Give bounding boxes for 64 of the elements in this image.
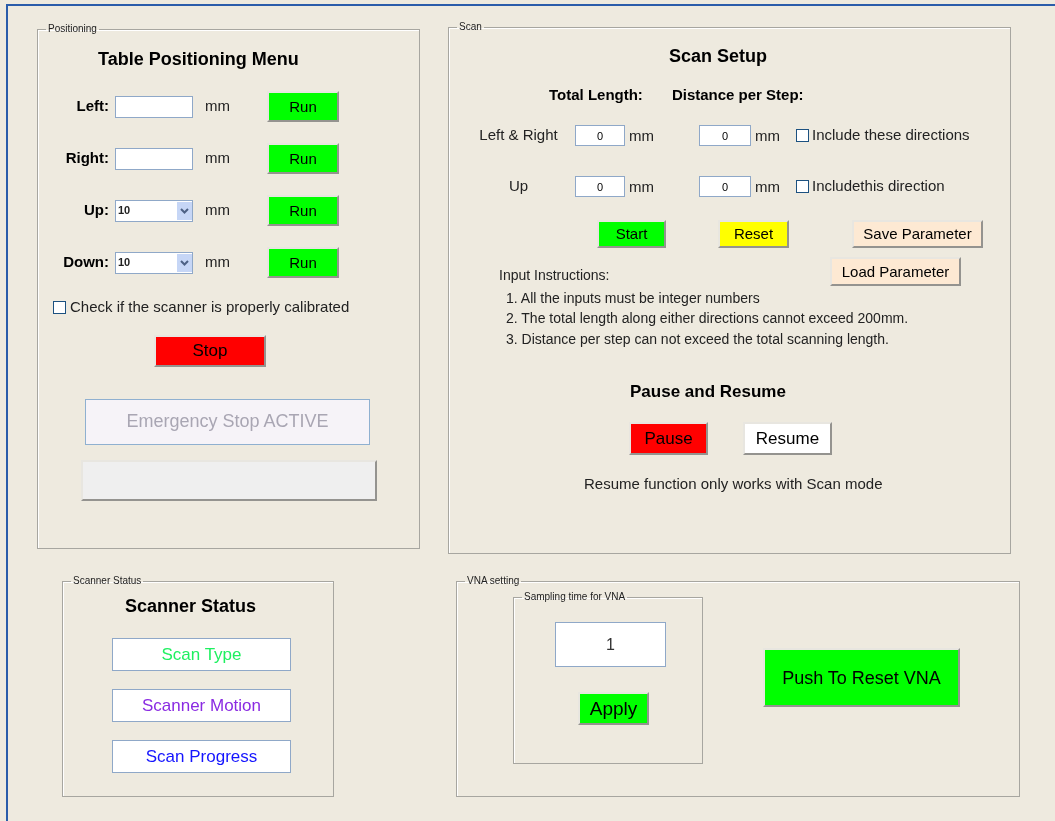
unit-label: mm — [754, 126, 780, 144]
input-field[interactable]: 0 — [575, 125, 625, 146]
dropdown[interactable]: 10 — [115, 199, 193, 222]
unit-label: mm — [204, 148, 231, 169]
unit-label: mm — [204, 96, 231, 117]
row-label: Left & Right — [478, 125, 559, 146]
action-button[interactable]: Start — [597, 219, 666, 248]
action-button[interactable]: Pause — [629, 421, 708, 455]
caret-icon[interactable] — [177, 201, 192, 220]
panel-label: Positioning — [47, 24, 98, 34]
run-button[interactable]: Run — [267, 91, 339, 122]
note-text: Resume function only works with Scan mode — [584, 473, 883, 494]
unit-label: mm — [754, 177, 780, 195]
section-heading: Pause and Resume — [630, 381, 786, 403]
panel-label: VNA setting — [466, 576, 521, 586]
run-button[interactable]: Run — [267, 143, 339, 174]
input-field[interactable] — [115, 147, 193, 170]
instruction-text: 2. The total length along either directions cannot exceed 200mm. — [506, 309, 910, 328]
panel-heading: Scan Setup — [669, 45, 768, 68]
run-button[interactable]: Run — [267, 247, 339, 278]
instructions-heading: Input Instructions: — [499, 265, 610, 285]
run-button[interactable]: Run — [267, 195, 339, 226]
input-field[interactable]: 0 — [699, 125, 751, 146]
action-button[interactable]: Reset — [718, 219, 789, 248]
field-label: Down: — [62, 252, 109, 273]
unit-label: mm — [628, 126, 654, 144]
checkbox-label: Check if the scanner is properly calibrated — [70, 297, 350, 317]
action-button[interactable]: Resume — [743, 421, 832, 455]
load-parameter-button[interactable]: Load Parameter — [830, 256, 961, 286]
status-indicator: Scan Progress — [112, 740, 291, 773]
panel-heading: Scanner Status — [125, 595, 257, 618]
input-field[interactable]: 0 — [699, 176, 751, 197]
stop-button[interactable]: Stop — [154, 334, 266, 367]
input-field[interactable] — [115, 95, 193, 118]
panel-heading: Table Positioning Menu — [98, 48, 299, 71]
panel-label: Scan — [458, 22, 483, 32]
apply-button[interactable]: Apply — [578, 692, 649, 725]
field-label: Up: — [83, 200, 109, 221]
unit-label: mm — [204, 200, 231, 221]
blank-button[interactable] — [81, 459, 377, 501]
checkbox-label: Includethis direction — [812, 176, 945, 197]
reset-vna-button[interactable]: Push To Reset VNA — [763, 648, 960, 707]
column-header: Total Length: — [549, 85, 643, 105]
dropdown[interactable]: 10 — [115, 251, 193, 274]
checkbox[interactable] — [796, 180, 809, 193]
panel-label: Scanner Status — [72, 576, 143, 586]
field-label: Left: — [75, 96, 109, 117]
row-label: Up — [507, 176, 530, 197]
input-field[interactable]: 1 — [555, 622, 666, 667]
status-indicator: Scanner Motion — [112, 689, 291, 722]
unit-label: mm — [204, 252, 231, 273]
field-label: Right: — [64, 148, 109, 169]
checkbox[interactable] — [796, 129, 809, 142]
unit-label: mm — [628, 177, 654, 195]
status-indicator: Scan Type — [112, 638, 291, 671]
checkbox[interactable] — [53, 300, 66, 314]
panel-label: Sampling time for VNA — [523, 592, 627, 602]
checkbox-label: Include these directions — [812, 125, 970, 146]
instruction-text: 1. All the inputs must be integer numbers — [506, 288, 761, 308]
column-header: Distance per Step: — [671, 85, 804, 105]
input-field[interactable]: 0 — [575, 176, 625, 197]
instruction-text: 3. Distance per step can not exceed the total scanning length. — [506, 329, 890, 349]
action-button[interactable]: Save Parameter — [852, 219, 983, 248]
caret-icon[interactable] — [177, 253, 192, 272]
